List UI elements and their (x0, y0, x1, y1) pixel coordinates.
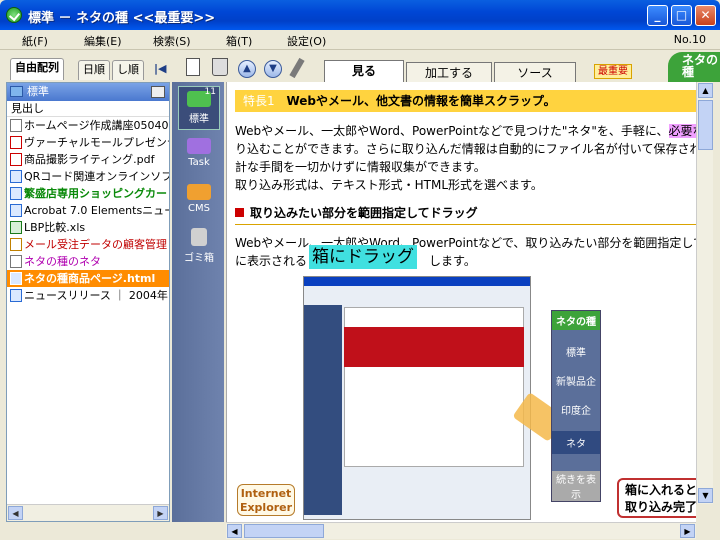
priority-badge: 最重要 (594, 64, 632, 79)
scroll-left-icon[interactable]: ◀ (227, 524, 242, 538)
ie-icon (10, 204, 22, 217)
list-item[interactable]: 繁盛店専用ショッピングカー (7, 185, 169, 202)
close-button[interactable]: ✕ (695, 5, 716, 26)
tool-label: 標準 (189, 114, 209, 125)
window-title: 標準 － ネタの種 <<最重要>> (28, 11, 216, 26)
tool-task[interactable]: Task (178, 138, 220, 168)
list-item[interactable]: Acrobat 7.0 Elementsニュー (7, 202, 169, 219)
mini-box-panel-image: ネタの種 標準 新製品企 印度企 ネタ 続きを表示 (551, 310, 601, 502)
ie-icon (10, 187, 22, 200)
down-icon[interactable]: ▼ (264, 60, 282, 78)
ie-icon (10, 170, 22, 183)
feature-title: Webやメール、他文書の情報を簡単スクラップ。 (286, 94, 556, 108)
tool-label: ゴミ箱 (184, 253, 214, 264)
tool-standard[interactable]: 11 標準 (178, 86, 220, 130)
maximize-button[interactable]: □ (671, 5, 692, 26)
list-item[interactable]: LBP比較.xls (7, 219, 169, 236)
tab-free-order[interactable]: 自由配列 (10, 58, 64, 80)
box-tool-column: 11 標準 Task CMS ゴミ箱 (172, 82, 224, 522)
paragraph-line: に表示される します。 (235, 254, 476, 268)
list-item[interactable]: ネタの種のネタ (7, 253, 169, 270)
list-item-selected[interactable]: ネタの種商品ページ.html (7, 270, 169, 287)
left-hscrollbar[interactable]: ◀ ▶ (7, 504, 169, 521)
menu-box[interactable]: 箱(T) (226, 33, 252, 49)
mail-icon (10, 238, 22, 251)
scroll-up-icon[interactable]: ▲ (698, 83, 713, 98)
tab-kana-order[interactable]: し順 (112, 60, 144, 80)
left-tabs: 自由配列 日順 し順 |◀ (0, 52, 170, 82)
scroll-left-icon[interactable]: ◀ (8, 506, 23, 520)
tool-count: 11 (204, 87, 216, 97)
ie-icon (10, 272, 22, 285)
tree-header-label: 標準 (27, 85, 49, 98)
tab-edit[interactable]: 加工する (406, 62, 492, 82)
list-item[interactable]: QRコード関連オンラインソフト: (7, 168, 169, 185)
browser-screenshot-image (303, 276, 531, 520)
paragraph-line: Webやメール、一太郎やWord、PowerPointなどで見つけた"ネタ"を、… (235, 122, 696, 140)
trash-icon (191, 228, 207, 246)
note-box: 箱に入れると 取り込み完了 (617, 478, 696, 518)
trash-icon[interactable] (212, 58, 228, 76)
list-item[interactable]: ホームページ作成講座05040 (7, 117, 169, 134)
list-item[interactable]: ヴァーチャルモールプレゼンテー (7, 134, 169, 151)
box-icon (187, 184, 211, 200)
list-item[interactable]: メール受注データの顧客管理 (7, 236, 169, 253)
title-bar: 標準 － ネタの種 <<最重要>> _ □ ✕ (0, 0, 720, 30)
tool-label: CMS (188, 203, 210, 214)
app-logo: ネタの種 (668, 52, 720, 82)
folder-icon (10, 86, 23, 97)
list-subheader: 見出し (7, 101, 169, 117)
folder-up-icon[interactable] (151, 86, 165, 98)
scroll-thumb[interactable] (244, 524, 324, 538)
paragraph-line: り込むことができます。さらに取り込んだ情報は自動的にファイル名が付いて保存され (235, 142, 696, 156)
item-number: No.10 (673, 33, 706, 46)
highlight-text: 必要な部 (668, 124, 696, 138)
feature-key: 特長1 (243, 94, 275, 108)
ie-icon (10, 289, 22, 302)
menu-search[interactable]: 検索(S) (153, 33, 191, 49)
box-icon (187, 138, 211, 154)
content-vscrollbar[interactable]: ▲ ▼ (696, 82, 713, 504)
ie-label: Internet Explorer (237, 484, 295, 516)
bullet-square-icon (235, 208, 244, 217)
subheading: 取り込みたい部分を範囲指定してドラッグ (235, 204, 696, 225)
up-icon[interactable]: ▲ (238, 60, 256, 78)
file-list-pane: 標準 見出し ホームページ作成講座05040 ヴァーチャルモールプレゼンテー 商… (6, 82, 170, 522)
tab-source[interactable]: ソース (494, 62, 576, 82)
doc-icon (10, 119, 22, 132)
paragraph-line: Webやメール、一太郎やWord、PowerPointなどで、取り込みたい部分を… (235, 236, 696, 250)
app-icon (6, 7, 22, 23)
tab-date-order[interactable]: 日順 (78, 60, 110, 80)
tree-header[interactable]: 標準 (7, 83, 169, 101)
excel-icon (10, 221, 22, 234)
scroll-right-icon[interactable]: ▶ (153, 506, 168, 520)
menu-file[interactable]: 紙(F) (22, 33, 48, 49)
new-doc-icon[interactable] (186, 58, 200, 76)
tab-view[interactable]: 見る (324, 60, 404, 82)
tool-cms[interactable]: CMS (178, 184, 220, 214)
content-view: 特長1 Webやメール、他文書の情報を簡単スクラップ。 Webやメール、一太郎や… (226, 82, 696, 522)
content-hscrollbar[interactable]: ◀ ▶ (226, 522, 696, 539)
pen-icon[interactable] (289, 57, 305, 79)
list-item[interactable]: ニュースリリース ｜ 2004年12, (7, 287, 169, 304)
list-item[interactable]: 商品撮影ライティング.pdf (7, 151, 169, 168)
menu-edit[interactable]: 編集(E) (84, 33, 122, 49)
pdf-icon (10, 153, 22, 166)
tool-trash[interactable]: ゴミ箱 (178, 228, 220, 264)
tab-scroll-icon[interactable]: |◀ (154, 62, 166, 75)
feature-heading: 特長1 Webやメール、他文書の情報を簡単スクラップ。 (235, 90, 696, 112)
scroll-right-icon[interactable]: ▶ (680, 524, 695, 538)
paragraph-line: 計な手間を一切かけずに情報収集ができます。 (235, 160, 486, 174)
scroll-thumb[interactable] (698, 100, 713, 150)
menu-bar: 紙(F) 編集(E) 検索(S) 箱(T) 設定(O) No.10 (0, 30, 720, 50)
content-toolbar: ▲ ▼ 見る 加工する ソース 最重要 ネタの種 (172, 52, 720, 82)
minimize-button[interactable]: _ (647, 5, 668, 26)
tool-label: Task (188, 157, 210, 168)
ppt-icon (10, 136, 22, 149)
paragraph-line: 取り込み形式は、テキスト形式・HTML形式を選べます。 (235, 178, 543, 192)
menu-settings[interactable]: 設定(O) (287, 33, 326, 49)
scroll-down-icon[interactable]: ▼ (698, 488, 713, 503)
doc-icon (10, 255, 22, 268)
drag-callout: 箱にドラッグ (309, 245, 417, 269)
